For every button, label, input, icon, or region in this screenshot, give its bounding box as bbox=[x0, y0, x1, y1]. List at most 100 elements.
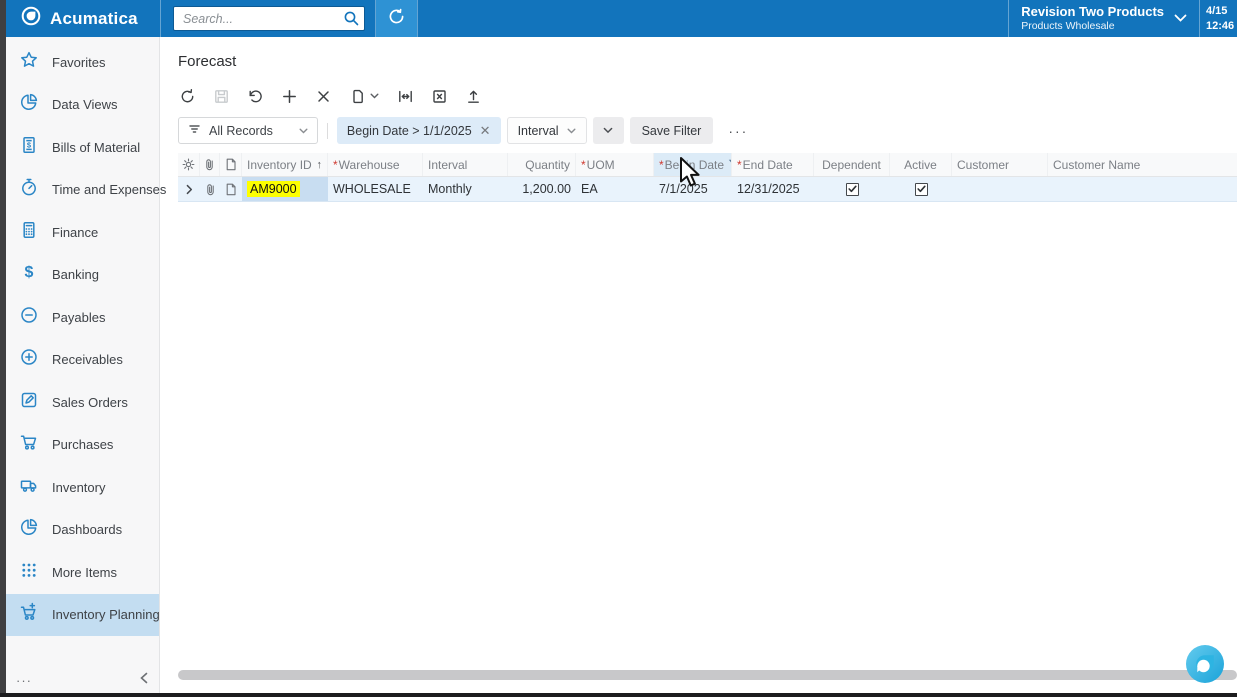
remove-filter-icon[interactable]: ✕ bbox=[480, 124, 491, 137]
cell-begin-date[interactable]: 7/1/2025 bbox=[654, 177, 732, 201]
chat-bubble-icon[interactable] bbox=[1186, 645, 1224, 683]
tenant-name: Revision Two Products bbox=[1021, 5, 1164, 20]
sidebar-item-label: Inventory Planning bbox=[52, 607, 160, 622]
sidebar-item-label: Purchases bbox=[52, 437, 113, 452]
main-content: Forecast All Records Be bbox=[160, 37, 1237, 693]
acumatica-logo-icon bbox=[20, 5, 42, 32]
column-header-dependent[interactable]: Dependent bbox=[814, 153, 890, 176]
attachment-column-icon bbox=[200, 153, 220, 176]
sidebar-item-label: Payables bbox=[52, 310, 105, 325]
cell-end-date[interactable]: 12/31/2025 bbox=[732, 177, 814, 201]
grid-dots-icon bbox=[19, 560, 39, 585]
search-input[interactable] bbox=[173, 6, 365, 31]
cell-uom[interactable]: EA bbox=[576, 177, 654, 201]
sidebar-item-payables[interactable]: Payables bbox=[6, 296, 159, 339]
save-button[interactable] bbox=[210, 85, 232, 107]
cell-quantity[interactable]: 1,200.00 bbox=[508, 177, 576, 201]
sidebar-item-finance[interactable]: Finance bbox=[6, 211, 159, 254]
grid-toolbar bbox=[176, 85, 1237, 107]
delete-row-button[interactable] bbox=[312, 85, 334, 107]
time-machine-button[interactable] bbox=[376, 0, 417, 37]
cell-inventory-id[interactable]: AM9000 bbox=[242, 177, 328, 201]
sidebar-more-dots[interactable]: ··· bbox=[16, 673, 32, 688]
add-row-button[interactable] bbox=[278, 85, 300, 107]
cell-interval[interactable]: Monthly bbox=[423, 177, 508, 201]
dollar-icon: $ bbox=[19, 262, 39, 287]
chevron-down-icon bbox=[1174, 10, 1187, 28]
expand-row-icon[interactable] bbox=[178, 177, 200, 201]
sidebar-item-dashboards[interactable]: Dashboards bbox=[6, 509, 159, 552]
more-options-button[interactable]: ··· bbox=[728, 123, 748, 139]
filter-chip-label: Begin Date > 1/1/2025 bbox=[347, 124, 472, 138]
filterbar-divider bbox=[327, 123, 328, 139]
sidebar-item-more-items[interactable]: More Items bbox=[6, 551, 159, 594]
grid-header-row: Inventory ID↑ Warehouse Interval Quantit… bbox=[178, 153, 1237, 177]
pie-chart-icon bbox=[19, 92, 39, 117]
column-header-customer[interactable]: Customer bbox=[952, 153, 1048, 176]
undo-button[interactable] bbox=[244, 85, 266, 107]
collapse-sidebar-icon[interactable] bbox=[139, 671, 149, 689]
top-bar: Acumatica Revision Two Products Products… bbox=[6, 0, 1237, 37]
cell-customer[interactable] bbox=[952, 177, 1048, 201]
svg-text:$: $ bbox=[25, 264, 34, 281]
filter-bar: All Records Begin Date > 1/1/2025 ✕ Inte… bbox=[178, 117, 1237, 144]
sidebar-item-data-views[interactable]: Data Views bbox=[6, 84, 159, 127]
search-icon[interactable] bbox=[343, 10, 360, 32]
export-to-excel-button[interactable] bbox=[428, 85, 450, 107]
sidebar-item-label: Finance bbox=[52, 225, 98, 240]
row-attachment-icon[interactable] bbox=[200, 177, 220, 201]
column-header-begin-date[interactable]: Begin Date bbox=[654, 153, 732, 176]
sidebar-item-label: Inventory bbox=[52, 480, 105, 495]
fit-to-screen-button[interactable] bbox=[394, 85, 416, 107]
column-header-quantity[interactable]: Quantity bbox=[508, 153, 576, 176]
cell-warehouse[interactable]: WHOLESALE bbox=[328, 177, 423, 201]
import-from-excel-button[interactable] bbox=[462, 85, 484, 107]
sidebar-item-inventory-planning[interactable]: Inventory Planning bbox=[6, 594, 159, 637]
refresh-button[interactable] bbox=[176, 85, 198, 107]
sidebar-item-label: Data Views bbox=[52, 97, 118, 112]
sidebar-item-receivables[interactable]: Receivables bbox=[6, 339, 159, 382]
cell-customer-name[interactable] bbox=[1048, 177, 1237, 201]
acumatica-brand[interactable]: Acumatica bbox=[6, 0, 160, 37]
notes-column-icon bbox=[220, 153, 242, 176]
dependent-checkbox[interactable] bbox=[846, 183, 859, 196]
date-text: 4/15 bbox=[1206, 4, 1237, 18]
column-header-warehouse[interactable]: Warehouse bbox=[328, 153, 423, 176]
copy-paste-button[interactable] bbox=[346, 85, 382, 107]
filter-chip-begin-date[interactable]: Begin Date > 1/1/2025 ✕ bbox=[337, 117, 501, 144]
chevron-down-icon bbox=[299, 124, 308, 138]
tenant-selector[interactable]: Revision Two Products Products Wholesale bbox=[1009, 0, 1199, 37]
filter-chip-interval[interactable]: Interval bbox=[507, 117, 587, 144]
sidebar-item-inventory[interactable]: Inventory bbox=[6, 466, 159, 509]
sidebar-item-sales-orders[interactable]: Sales Orders bbox=[6, 381, 159, 424]
stopwatch-icon bbox=[19, 177, 39, 202]
grid-settings-button[interactable] bbox=[178, 153, 200, 176]
pie-chart-icon bbox=[19, 517, 39, 542]
column-header-inventory-id[interactable]: Inventory ID↑ bbox=[242, 153, 328, 176]
view-selector-dropdown[interactable]: All Records bbox=[178, 117, 318, 144]
sidebar-item-favorites[interactable]: Favorites bbox=[6, 41, 159, 84]
save-filter-label: Save Filter bbox=[642, 124, 702, 138]
column-header-customer-name[interactable]: Customer Name bbox=[1048, 153, 1237, 176]
forecast-grid: Inventory ID↑ Warehouse Interval Quantit… bbox=[178, 153, 1237, 202]
cart-icon bbox=[19, 432, 39, 457]
sidebar-item-banking[interactable]: $ Banking bbox=[6, 254, 159, 297]
row-note-icon[interactable] bbox=[220, 177, 242, 201]
column-header-active[interactable]: Active bbox=[890, 153, 952, 176]
horizontal-scrollbar[interactable] bbox=[178, 670, 1237, 680]
add-filter-dropdown-button[interactable] bbox=[593, 117, 624, 144]
calculator-icon bbox=[19, 220, 39, 245]
column-header-uom[interactable]: UOM bbox=[576, 153, 654, 176]
datetime-display: 4/15 12:46 bbox=[1200, 0, 1237, 37]
sidebar: Favorites Data Views $ Bills of Material… bbox=[6, 37, 160, 693]
view-selector-label: All Records bbox=[209, 124, 273, 138]
sidebar-item-purchases[interactable]: Purchases bbox=[6, 424, 159, 467]
sidebar-item-time-and-expenses[interactable]: Time and Expenses bbox=[6, 169, 159, 212]
sidebar-item-bills-of-material[interactable]: $ Bills of Material bbox=[6, 126, 159, 169]
bill-icon: $ bbox=[19, 135, 39, 160]
column-header-interval[interactable]: Interval bbox=[423, 153, 508, 176]
table-row[interactable]: AM9000 WHOLESALE Monthly 1,200.00 EA 7/1… bbox=[178, 177, 1237, 202]
column-header-end-date[interactable]: End Date bbox=[732, 153, 814, 176]
active-checkbox[interactable] bbox=[915, 183, 928, 196]
save-filter-button[interactable]: Save Filter bbox=[630, 117, 714, 144]
